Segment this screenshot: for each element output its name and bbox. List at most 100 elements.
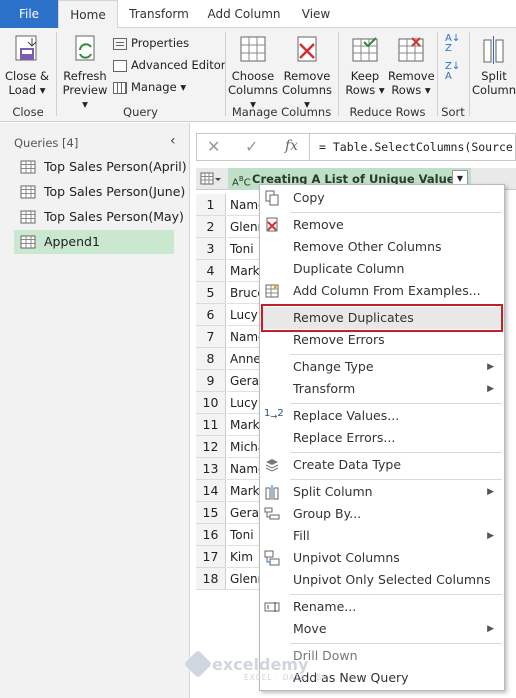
tab-transform[interactable]: Transform <box>124 0 194 28</box>
group-separator <box>56 32 57 116</box>
tab-view[interactable]: View <box>296 0 336 28</box>
choose-columns-button[interactable]: Choose Columns ▾ <box>228 34 278 111</box>
menu-label: Unpivot Columns <box>293 550 400 565</box>
row-number[interactable]: 12 <box>196 436 226 458</box>
row-number[interactable]: 17 <box>196 546 226 568</box>
ribbon-tabs: File Home Transform Add Column View <box>0 0 516 29</box>
properties-button[interactable]: Properties <box>113 36 189 50</box>
text-type-icon: ABC <box>232 175 251 189</box>
keep-rows-button[interactable]: Keep Rows ▾ <box>342 34 388 97</box>
menu-label: Transform <box>293 381 356 396</box>
row-number[interactable]: 11 <box>196 414 226 436</box>
menu-create-data-type[interactable]: Create Data Type <box>260 454 504 476</box>
menu-label: Remove Other Columns <box>293 239 442 254</box>
menu-replace-values[interactable]: 1→2 Replace Values... <box>260 405 504 427</box>
watermark-logo: exceldemy <box>183 649 308 679</box>
formula-text[interactable]: = Table.SelectColumns(Source <box>319 140 513 154</box>
formula-bar: ✕ ✓ fx = Table.SelectColumns(Source <box>196 133 516 161</box>
row-number[interactable]: 15 <box>196 502 226 524</box>
properties-label: Properties <box>131 36 190 50</box>
menu-remove-other-columns[interactable]: Remove Other Columns <box>260 236 504 258</box>
menu-duplicate-column[interactable]: Duplicate Column <box>260 258 504 280</box>
menu-group-by[interactable]: Group By... <box>260 503 504 525</box>
split-column-label-1: Split <box>481 69 507 83</box>
remove-rows-label-2: Rows ▾ <box>391 83 431 97</box>
menu-add-column-from-examples[interactable]: Add Column From Examples... <box>260 280 504 302</box>
menu-unpivot-only-selected[interactable]: Unpivot Only Selected Columns <box>260 569 504 591</box>
menu-unpivot-columns[interactable]: Unpivot Columns <box>260 547 504 569</box>
query-label: Top Sales Person(April) <box>44 159 187 174</box>
refresh-preview-button[interactable]: Refresh Preview ▾ <box>60 34 110 111</box>
row-number[interactable]: 18 <box>196 568 226 590</box>
close-load-label-1: Close & <box>5 69 49 83</box>
tab-file[interactable]: File <box>0 0 58 28</box>
menu-split-column[interactable]: Split Column ▶ <box>260 481 504 503</box>
row-number[interactable]: 3 <box>196 238 226 260</box>
close-load-button[interactable]: Close & Load ▾ <box>4 34 50 97</box>
query-item-april[interactable]: Top Sales Person(April) <box>14 155 187 179</box>
row-number[interactable]: 8 <box>196 348 226 370</box>
function-icon[interactable]: fx <box>285 138 298 154</box>
remove-columns-button[interactable]: Remove Columns ▾ <box>282 34 332 111</box>
confirm-icon[interactable]: ✓ <box>245 137 258 156</box>
sort-ascending-button[interactable]: A↓ Z <box>445 34 460 54</box>
row-number[interactable]: 2 <box>196 216 226 238</box>
row-number[interactable]: 13 <box>196 458 226 480</box>
close-load-label-2: Load ▾ <box>8 83 46 97</box>
remove-rows-button[interactable]: Remove Rows ▾ <box>388 34 435 97</box>
menu-label: Duplicate Column <box>293 261 405 276</box>
menu-separator <box>290 403 502 404</box>
table-menu-icon[interactable] <box>200 172 222 186</box>
row-number[interactable]: 5 <box>196 282 226 304</box>
cancel-icon[interactable]: ✕ <box>207 137 220 156</box>
remove-rows-label-1: Remove <box>388 69 435 83</box>
watermark-icon <box>183 649 213 679</box>
table-icon <box>20 210 36 224</box>
remove-duplicates-highlight <box>261 304 503 332</box>
menu-separator <box>290 594 502 595</box>
menu-transform[interactable]: Transform ▶ <box>260 378 504 400</box>
ribbon: Close & Load ▾ Close Refresh Preview ▾ P… <box>0 28 516 122</box>
refresh-label-1: Refresh <box>63 69 107 83</box>
menu-move[interactable]: Move ▶ <box>260 618 504 640</box>
menu-separator <box>290 479 502 480</box>
menu-remove-errors[interactable]: Remove Errors <box>260 329 504 351</box>
menu-replace-errors[interactable]: Replace Errors... <box>260 427 504 449</box>
keep-rows-icon <box>352 37 378 62</box>
row-number[interactable]: 6 <box>196 304 226 326</box>
submenu-arrow-icon: ▶ <box>487 531 494 541</box>
advanced-editor-button[interactable]: Advanced Editor <box>113 58 226 72</box>
query-item-append1[interactable]: Append1 <box>14 230 174 254</box>
context-menu: Copy Remove Remove Other Columns Duplica… <box>259 184 505 691</box>
query-item-june[interactable]: Top Sales Person(June) <box>14 180 185 204</box>
group-label-manage-columns: Manage Columns <box>231 105 332 119</box>
menu-copy[interactable]: Copy <box>260 187 504 209</box>
data-type-icon <box>264 457 280 480</box>
collapse-pane-icon[interactable]: ‹ <box>170 133 176 149</box>
watermark-tagline: EXCEL · DATA · BI <box>244 673 326 682</box>
row-number[interactable]: 9 <box>196 370 226 392</box>
row-number[interactable]: 10 <box>196 392 226 414</box>
query-item-may[interactable]: Top Sales Person(May) <box>14 205 184 229</box>
group-separator <box>225 32 226 116</box>
row-number[interactable]: 1 <box>196 194 226 216</box>
manage-button[interactable]: Manage ▾ <box>113 80 186 94</box>
row-number[interactable]: 7 <box>196 326 226 348</box>
menu-remove[interactable]: Remove <box>260 214 504 236</box>
row-number[interactable]: 4 <box>196 260 226 282</box>
menu-label: Move <box>293 621 327 636</box>
split-column-button[interactable]: Split Column <box>472 34 516 97</box>
menu-change-type[interactable]: Change Type ▶ <box>260 356 504 378</box>
menu-label: Fill <box>293 528 310 543</box>
tab-add-column[interactable]: Add Column <box>204 0 284 28</box>
row-number[interactable]: 16 <box>196 524 226 546</box>
tab-home[interactable]: Home <box>58 0 118 29</box>
table-icon <box>20 185 36 199</box>
keep-rows-label-2: Rows ▾ <box>345 83 385 97</box>
menu-fill[interactable]: Fill ▶ <box>260 525 504 547</box>
menu-label: Copy <box>293 190 325 205</box>
row-number[interactable]: 14 <box>196 480 226 502</box>
menu-separator <box>290 643 502 644</box>
menu-rename[interactable]: Rename... <box>260 596 504 618</box>
sort-descending-button[interactable]: Z↓ A <box>445 62 460 82</box>
